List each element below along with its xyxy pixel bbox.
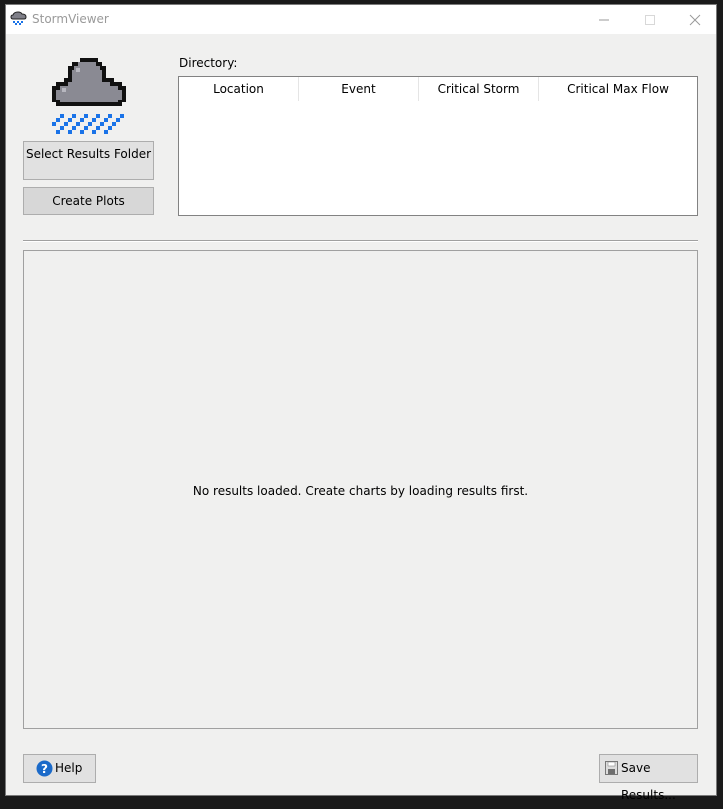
help-button[interactable]: ? Help [23,754,96,783]
column-header-location[interactable]: Location [179,77,299,101]
plot-area: No results loaded. Create charts by load… [23,250,698,729]
column-header-critical-max-flow[interactable]: Critical Max Flow [539,77,697,101]
directory-label: Directory: [179,56,238,70]
floppy-disk-icon [605,761,618,775]
maximize-icon [645,15,655,25]
minimize-icon [599,19,609,21]
column-header-event[interactable]: Event [299,77,419,101]
results-list[interactable]: Location Event Critical Storm Critical M… [178,76,698,216]
divider [23,240,698,242]
svg-text:?: ? [41,762,48,776]
close-button[interactable] [672,5,718,34]
create-plots-button[interactable]: Create Plots [23,187,154,215]
app-window: StormViewer Select Results Folder Create… [5,4,717,802]
select-results-folder-button[interactable]: Select Results Folder [23,141,154,180]
title-bar[interactable]: StormViewer [6,5,716,34]
column-header-critical-storm[interactable]: Critical Storm [419,77,539,101]
close-icon [689,14,701,26]
help-button-label: Help [55,761,83,775]
save-button-label: Save Results... [621,761,676,802]
storm-logo-icon [52,58,126,134]
window-title: StormViewer [32,12,109,26]
maximize-button[interactable] [627,5,673,34]
minimize-button[interactable] [581,5,627,34]
question-mark-icon: ? [36,760,53,777]
list-header: Location Event Critical Storm Critical M… [179,77,697,101]
save-results-button[interactable]: Save Results... [599,754,698,802]
empty-state-message: No results loaded. Create charts by load… [192,484,529,498]
rain-cloud-icon [10,11,27,25]
